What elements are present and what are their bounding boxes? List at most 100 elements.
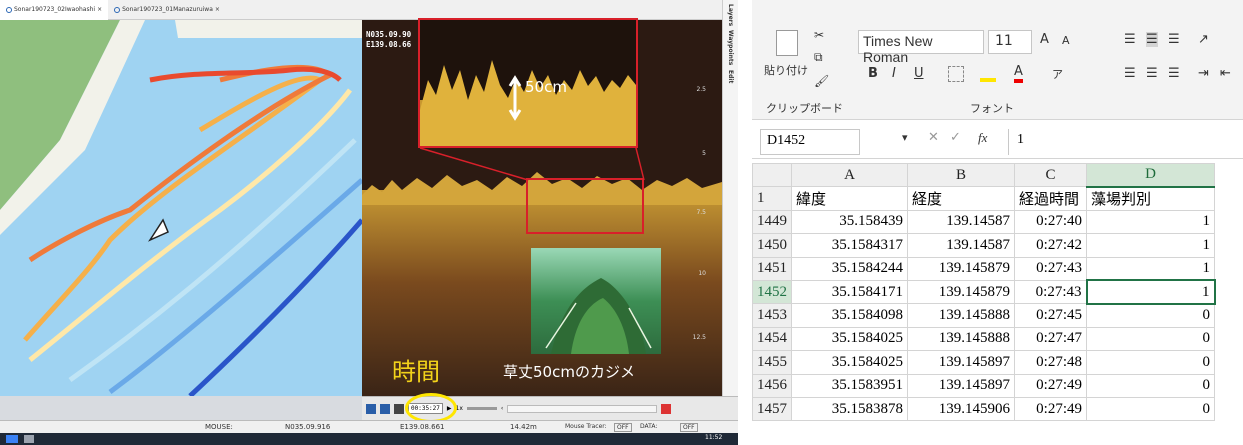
phonetic-icon[interactable]: ア xyxy=(1052,66,1063,82)
shrink-font-button[interactable]: A xyxy=(1062,34,1070,47)
cell[interactable]: 0 xyxy=(1086,350,1215,375)
search-icon[interactable] xyxy=(24,435,34,443)
grow-font-button[interactable]: A xyxy=(1040,32,1049,47)
column-header-c[interactable]: C xyxy=(1014,162,1087,188)
record-icon[interactable] xyxy=(661,403,672,414)
cell[interactable]: 1 xyxy=(1086,233,1215,258)
cell[interactable]: 139.145888 xyxy=(907,303,1015,328)
column-header-b[interactable]: B xyxy=(907,162,1015,188)
cell[interactable]: 139.145879 xyxy=(907,279,1015,305)
cell[interactable]: 139.14587 xyxy=(907,209,1015,235)
row-header[interactable]: 1453 xyxy=(752,303,792,328)
name-box[interactable]: D1452 xyxy=(760,129,860,155)
cell[interactable]: 藻場判別 xyxy=(1086,186,1215,211)
align-bottom-icon[interactable]: ☰ xyxy=(1168,32,1180,47)
cell[interactable]: 139.145897 xyxy=(907,373,1015,398)
active-cell[interactable]: 1 xyxy=(1085,279,1216,305)
waypoints-tab[interactable]: Waypoints xyxy=(727,30,734,65)
column-header-d[interactable]: D xyxy=(1086,162,1215,188)
column-header-a[interactable]: A xyxy=(791,162,908,188)
select-all-corner[interactable] xyxy=(752,162,792,188)
cell[interactable]: 0 xyxy=(1086,373,1215,398)
italic-button[interactable]: I xyxy=(892,66,896,81)
align-center-icon[interactable]: ☰ xyxy=(1146,66,1158,81)
underline-button[interactable]: U xyxy=(914,66,924,81)
camera-icon[interactable] xyxy=(366,403,376,414)
cell[interactable]: 0:27:49 xyxy=(1014,396,1087,422)
cell[interactable]: 0:27:43 xyxy=(1014,256,1087,281)
sonar-mode-icon[interactable] xyxy=(380,403,390,414)
row-header[interactable]: 1451 xyxy=(752,256,792,281)
enter-icon[interactable]: ✓ xyxy=(950,130,961,145)
cell[interactable]: 1 xyxy=(1086,209,1215,235)
cell[interactable]: 0 xyxy=(1086,303,1215,328)
fill-color-icon[interactable] xyxy=(980,66,996,82)
cell[interactable]: 139.145897 xyxy=(907,350,1015,375)
cell[interactable]: 139.145879 xyxy=(907,256,1015,281)
formula-input[interactable]: 1 xyxy=(1008,129,1243,155)
indent-icon[interactable]: ⇥ xyxy=(1198,66,1209,81)
cell[interactable]: 0:27:48 xyxy=(1014,350,1087,375)
cell[interactable]: 0:27:49 xyxy=(1014,373,1087,398)
font-color-icon[interactable]: A xyxy=(1014,64,1023,83)
cell[interactable]: 経度 xyxy=(907,186,1015,211)
row-header[interactable]: 1450 xyxy=(752,233,792,258)
row-header[interactable]: 1452 xyxy=(752,279,792,305)
speed-slider[interactable] xyxy=(466,407,497,410)
layers-tab[interactable]: Layers xyxy=(727,4,734,26)
scroll-left-icon[interactable]: ‹ xyxy=(501,405,503,412)
track-map[interactable] xyxy=(0,20,362,396)
bold-button[interactable]: B xyxy=(868,66,878,81)
cell[interactable]: 0:27:40 xyxy=(1014,209,1087,235)
tab-iwaohashi[interactable]: Sonar190723_02Iwaohashi × xyxy=(0,0,109,20)
cell[interactable]: 35.1584171 xyxy=(791,279,908,305)
cut-icon[interactable]: ✂ xyxy=(814,28,824,42)
row-header[interactable]: 1 xyxy=(752,186,792,211)
cell[interactable]: 35.1583878 xyxy=(791,396,908,422)
cell[interactable]: 0:27:45 xyxy=(1014,303,1087,328)
cell[interactable]: 35.158439 xyxy=(791,209,908,235)
cancel-icon[interactable]: ✕ xyxy=(928,130,939,145)
tracer-toggle[interactable]: OFF xyxy=(614,423,632,432)
name-box-dropdown-icon[interactable]: ▾ xyxy=(902,131,908,144)
data-toggle[interactable]: OFF xyxy=(680,423,698,432)
start-icon[interactable] xyxy=(6,435,18,443)
cell[interactable]: 35.1584025 xyxy=(791,350,908,375)
row-header[interactable]: 1457 xyxy=(752,396,792,422)
play-icon[interactable] xyxy=(394,403,404,414)
row-header[interactable]: 1454 xyxy=(752,326,792,352)
align-top-icon[interactable]: ☰ xyxy=(1124,32,1136,47)
font-size-select[interactable]: 11 xyxy=(988,30,1032,54)
align-right-icon[interactable]: ☰ xyxy=(1168,66,1180,81)
orientation-icon[interactable]: ↗ xyxy=(1198,32,1209,47)
cell[interactable]: 緯度 xyxy=(791,186,908,211)
tab-manazuruiwa[interactable]: Sonar190723_01Manazuruiwa × xyxy=(108,0,226,20)
timeline-scrollbar[interactable] xyxy=(507,404,658,413)
cell[interactable]: 1 xyxy=(1086,256,1215,281)
row-header[interactable]: 1455 xyxy=(752,350,792,375)
align-left-icon[interactable]: ☰ xyxy=(1124,66,1136,81)
cell[interactable]: 35.1584098 xyxy=(791,303,908,328)
paste-icon[interactable] xyxy=(776,30,798,56)
cell[interactable]: 0:27:42 xyxy=(1014,233,1087,258)
format-painter-icon[interactable]: 🖌 xyxy=(814,74,829,88)
cell[interactable]: 35.1584025 xyxy=(791,326,908,352)
outdent-icon[interactable]: ⇤ xyxy=(1220,66,1231,81)
paste-button[interactable]: 貼り付け xyxy=(764,62,808,78)
cell[interactable]: 0:27:47 xyxy=(1014,326,1087,352)
row-header[interactable]: 1449 xyxy=(752,209,792,235)
cell[interactable]: 139.145888 xyxy=(907,326,1015,352)
cell[interactable]: 0:27:43 xyxy=(1014,279,1087,305)
close-icon[interactable]: × xyxy=(97,6,102,13)
cell[interactable]: 0 xyxy=(1086,326,1215,352)
row-header[interactable]: 1456 xyxy=(752,373,792,398)
border-icon[interactable] xyxy=(948,66,964,82)
cell[interactable]: 139.14587 xyxy=(907,233,1015,258)
cell[interactable]: 139.145906 xyxy=(907,396,1015,422)
cell[interactable]: 0 xyxy=(1086,396,1215,422)
cell[interactable]: 35.1583951 xyxy=(791,373,908,398)
cell[interactable]: 35.1584317 xyxy=(791,233,908,258)
copy-icon[interactable]: ⧉ xyxy=(814,50,823,65)
font-name-select[interactable]: Times New Roman xyxy=(858,30,984,65)
edit-tab[interactable]: Edit xyxy=(727,70,734,83)
